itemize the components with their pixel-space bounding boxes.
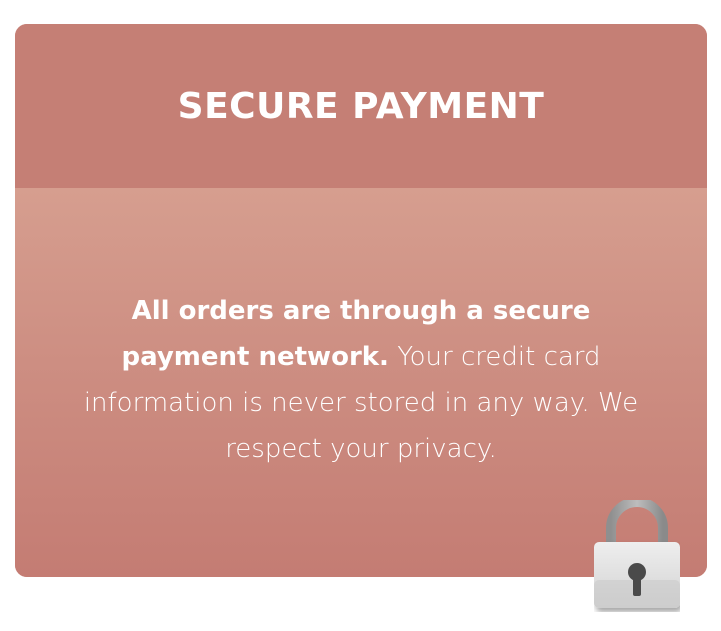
card-title: SECURE PAYMENT xyxy=(177,85,545,127)
card-header: SECURE PAYMENT xyxy=(15,24,707,188)
padlock-icon xyxy=(594,500,680,608)
card-message: All orders are through a secure payment … xyxy=(75,288,647,472)
secure-payment-card: SECURE PAYMENT All orders are through a … xyxy=(15,24,707,577)
